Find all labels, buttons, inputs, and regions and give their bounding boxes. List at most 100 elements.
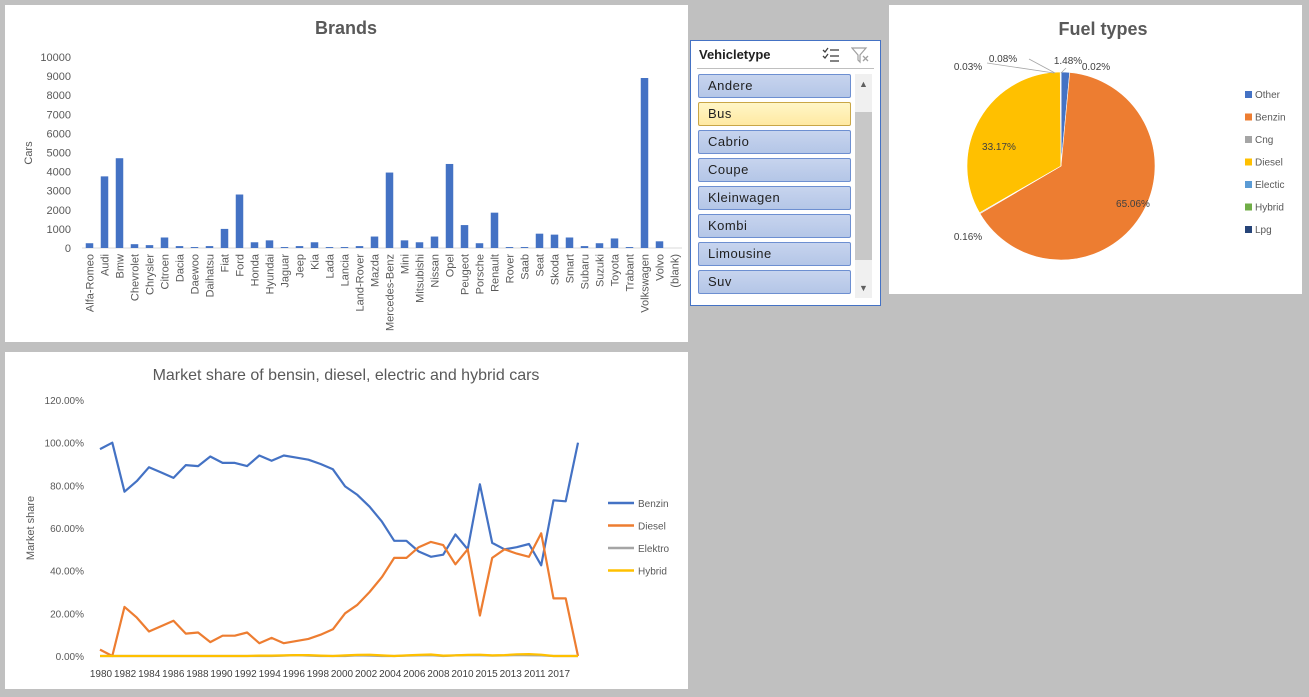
x-tick-label: 1980 <box>90 669 113 680</box>
bar-daihatsu <box>205 246 214 248</box>
x-tick-label: Kia <box>310 253 322 270</box>
x-tick-label: Honda <box>250 253 262 286</box>
bar-ford <box>235 194 244 248</box>
slicer-item-kleinwagen[interactable]: Kleinwagen <box>698 186 851 210</box>
multi-select-icon[interactable] <box>821 46 841 64</box>
y-tick-label: 7000 <box>47 109 71 121</box>
y-tick-label: 0 <box>65 243 71 255</box>
chart-title: Fuel types <box>1058 19 1147 39</box>
clear-filter-icon[interactable] <box>850 46 871 64</box>
legend-label-other: Other <box>1255 90 1281 101</box>
chart-title: Market share of bensin, diesel, electric… <box>153 367 540 384</box>
bar-toyota <box>610 238 619 248</box>
x-tick-label: Peugeot <box>460 254 472 295</box>
vehicletype-slicer[interactable]: Vehicletype Andere Bus Cabrio Coupe Klei… <box>690 40 881 306</box>
scroll-down-icon[interactable]: ▼ <box>855 280 872 296</box>
x-tick-label: Jaguar <box>280 254 292 288</box>
y-tick-label: 5000 <box>47 148 71 160</box>
bar-skoda <box>550 234 559 248</box>
x-tick-label: 2002 <box>355 669 378 680</box>
slicer-divider <box>697 68 874 69</box>
x-tick-label: 2008 <box>427 669 450 680</box>
bar-mini <box>400 240 409 248</box>
y-tick-label: 40.00% <box>50 567 84 578</box>
bar-peugeot <box>460 225 469 248</box>
bar-citroen <box>160 237 169 248</box>
slicer-scrollbar[interactable]: ▲ ▼ <box>855 74 872 298</box>
y-tick-label: 9000 <box>47 71 71 83</box>
x-tick-label: Suzuki <box>595 254 607 287</box>
legend-label-lpg: Lpg <box>1255 225 1272 236</box>
slicer-item-suv[interactable]: Suv <box>698 270 851 294</box>
market-share-line-chart: Market share of bensin, diesel, electric… <box>25 367 670 680</box>
legend-label-benzin: Benzin <box>1255 113 1286 124</box>
y-tick-label: 120.00% <box>45 396 85 407</box>
bar-jeep <box>295 246 304 248</box>
y-tick-label: 4000 <box>47 167 71 179</box>
legend-label-diesel: Diesel <box>1255 158 1283 169</box>
x-tick-label: (blank) <box>670 254 682 288</box>
scroll-thumb[interactable] <box>855 112 872 260</box>
x-tick-label: Mitsubishi <box>415 254 427 303</box>
x-tick-label: 1986 <box>162 669 185 680</box>
fuel-types-chart-panel[interactable]: Fuel types 1.48% 65.06% 0.16% 33.17% 0.03% 0.0… <box>889 5 1302 294</box>
x-tick-label: Skoda <box>550 253 562 285</box>
slicer-item-cabrio[interactable]: Cabrio <box>698 130 851 154</box>
bar-volvo <box>655 241 664 248</box>
x-tick-label: 2010 <box>451 669 474 680</box>
bar-honda <box>250 242 259 248</box>
x-tick-label: Citroen <box>160 254 172 289</box>
data-label-other: 1.48% <box>1054 56 1082 67</box>
slicer-item-limousine[interactable]: Limousine <box>698 242 851 266</box>
bar-chevrolet <box>130 244 139 248</box>
x-tick-label: Seat <box>535 254 547 277</box>
x-tick-label: 1990 <box>210 669 233 680</box>
bar-seat <box>535 233 544 248</box>
data-label-lpg: 0.02% <box>1082 62 1110 73</box>
scroll-up-icon[interactable]: ▲ <box>855 76 872 92</box>
bar-daewoo <box>190 247 199 248</box>
legend-label-electic: Electic <box>1255 180 1284 191</box>
bar-mercedes-benz <box>385 172 394 248</box>
x-tick-label: 2015 <box>475 669 498 680</box>
bar-suzuki <box>595 243 604 248</box>
legend-swatch-electic <box>1245 181 1252 188</box>
slicer-item-bus[interactable]: Bus <box>698 102 851 126</box>
legend-label-benzin: Benzin <box>638 499 669 510</box>
brands-bar-chart: Brands 0 1000 2000 3000 4000 5000 6000 7000 8000 9… <box>23 18 682 331</box>
x-tick-label: Nissan <box>430 254 442 288</box>
y-tick-label: 6000 <box>47 128 71 140</box>
legend-swatch-benzin <box>1245 113 1252 121</box>
x-tick-label: 1992 <box>234 669 257 680</box>
legend-label-cng: Cng <box>1255 135 1273 146</box>
market-share-chart-panel[interactable]: Market share of bensin, diesel, electric… <box>5 352 688 689</box>
x-tick-label: Lada <box>325 253 337 278</box>
y-tick-label: 20.00% <box>50 609 84 620</box>
x-tick-label: Land-Rover <box>355 254 367 312</box>
x-tick-label: Volvo <box>655 254 667 281</box>
x-tick-label: Daewoo <box>190 254 202 294</box>
fuel-types-pie-chart: Fuel types 1.48% 65.06% 0.16% 33.17% 0.03% 0.0… <box>954 19 1286 261</box>
brands-chart-panel[interactable]: Brands 0 1000 2000 3000 4000 5000 6000 7000 8000 9… <box>5 5 688 342</box>
y-tick-label: 2000 <box>47 205 71 217</box>
x-tick-label: Porsche <box>475 254 487 294</box>
legend-label-elektro: Elektro <box>638 544 670 555</box>
legend-label-hybrid: Hybrid <box>638 567 667 578</box>
y-tick-label: 10000 <box>40 52 71 64</box>
x-tick-label: 1994 <box>259 669 282 680</box>
slicer-title: Vehicletype <box>699 47 771 62</box>
data-label-diesel: 33.17% <box>982 142 1016 153</box>
x-tick-label: Smart <box>565 254 577 283</box>
legend-label-diesel: Diesel <box>638 522 666 533</box>
x-tick-label: 1984 <box>138 669 161 680</box>
slicer-item-andere[interactable]: Andere <box>698 74 851 98</box>
x-tick-label: Mercedes-Benz <box>385 254 397 331</box>
slicer-item-list: Andere Bus Cabrio Coupe Kleinwagen Kombi… <box>698 74 851 298</box>
y-tick-label: 1000 <box>47 224 71 236</box>
bar-fiat <box>220 228 229 248</box>
y-tick-label: 3000 <box>47 186 71 198</box>
x-tick-label: Hyundai <box>265 254 277 294</box>
x-tick-label: Daihatsu <box>205 254 217 297</box>
slicer-item-coupe[interactable]: Coupe <box>698 158 851 182</box>
slicer-item-kombi[interactable]: Kombi <box>698 214 851 238</box>
